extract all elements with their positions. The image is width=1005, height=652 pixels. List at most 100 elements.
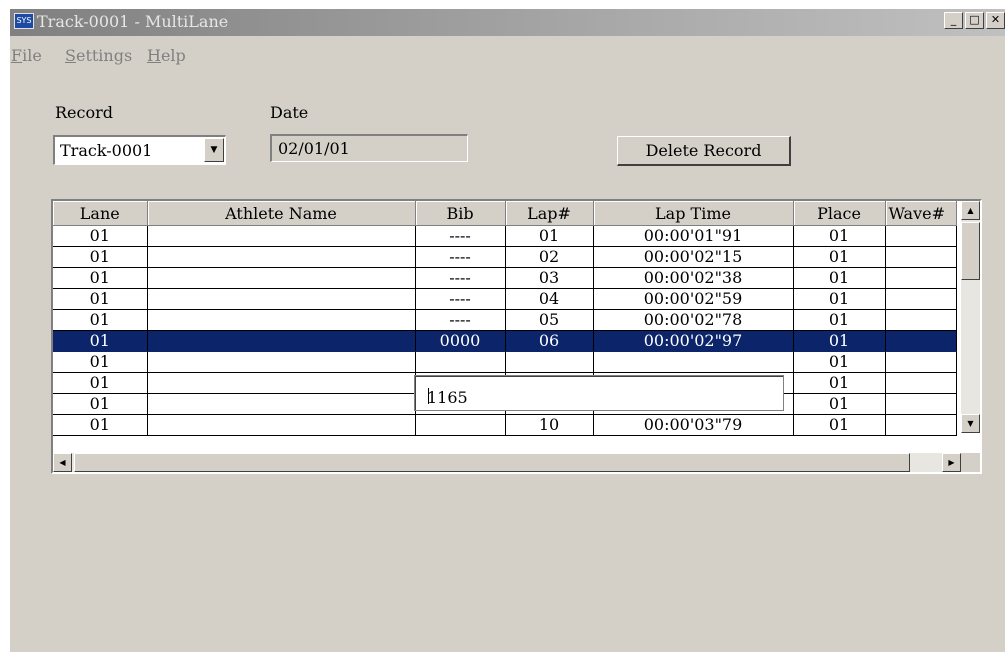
column-header-athlete-name[interactable]: Athlete Name: [147, 201, 416, 226]
cell-athlete-name[interactable]: [147, 351, 416, 373]
cell-lap[interactable]: 10: [505, 414, 594, 436]
cell-wave[interactable]: [885, 393, 957, 415]
horizontal-scrollbar[interactable]: ◀ ▶: [53, 453, 961, 472]
cell-lap[interactable]: 02: [505, 246, 594, 268]
cell-athlete-name[interactable]: [147, 309, 416, 331]
cell-wave[interactable]: [885, 267, 957, 289]
column-header-bib[interactable]: Bib: [415, 201, 506, 226]
bib-edit-input[interactable]: 1165: [414, 375, 784, 411]
vertical-scrollbar[interactable]: ▲ ▼: [961, 201, 980, 433]
scroll-left-icon[interactable]: ◀: [53, 453, 72, 472]
cell-lane[interactable]: 01: [53, 267, 148, 289]
cell-bib[interactable]: ----: [415, 225, 506, 247]
table-row[interactable]: 01 ---- 01 00:00'01"91 01: [53, 225, 957, 247]
menu-help[interactable]: Help: [147, 46, 186, 65]
cell-lap-time[interactable]: 00:00'02"38: [593, 267, 794, 289]
column-header-place[interactable]: Place: [793, 201, 886, 226]
cell-wave[interactable]: [885, 414, 957, 436]
cell-lane[interactable]: 01: [53, 393, 148, 415]
minimize-button[interactable]: _: [944, 12, 963, 29]
cell-athlete-name[interactable]: [147, 267, 416, 289]
column-header-wave[interactable]: Wave#: [885, 201, 957, 226]
cell-place[interactable]: 01: [793, 351, 886, 373]
cell-place[interactable]: 01: [793, 288, 886, 310]
cell-lap-time[interactable]: 00:00'02"97: [593, 330, 794, 352]
cell-place[interactable]: 01: [793, 414, 886, 436]
cell-lap-time[interactable]: [593, 351, 794, 373]
scroll-right-icon[interactable]: ▶: [942, 453, 961, 472]
cell-lap[interactable]: 01: [505, 225, 594, 247]
cell-lap-time[interactable]: 00:00'02"59: [593, 288, 794, 310]
cell-place[interactable]: 01: [793, 372, 886, 394]
table-row[interactable]: 01 ---- 05 00:00'02"78 01: [53, 309, 957, 331]
cell-athlete-name[interactable]: [147, 225, 416, 247]
cell-lane[interactable]: 01: [53, 372, 148, 394]
cell-lap-time[interactable]: 00:00'03"79: [593, 414, 794, 436]
lap-grid[interactable]: Lane Athlete Name Bib Lap# Lap Time Plac…: [51, 199, 982, 474]
table-row[interactable]: 01 ---- 02 00:00'02"15 01: [53, 246, 957, 268]
cell-lap-time[interactable]: 00:00'02"78: [593, 309, 794, 331]
menu-settings[interactable]: Settings: [65, 46, 132, 65]
delete-record-button[interactable]: Delete Record: [617, 136, 791, 166]
cell-lap[interactable]: 06: [505, 330, 594, 352]
cell-lane[interactable]: 01: [53, 309, 148, 331]
cell-athlete-name[interactable]: [147, 393, 416, 415]
cell-athlete-name[interactable]: [147, 414, 416, 436]
cell-bib[interactable]: ----: [415, 246, 506, 268]
cell-place[interactable]: 01: [793, 330, 886, 352]
close-button[interactable]: ✕: [986, 12, 1005, 29]
vertical-scroll-thumb[interactable]: [961, 222, 980, 280]
cell-wave[interactable]: [885, 225, 957, 247]
title-bar[interactable]: SYS Track-0001 - MultiLane _ □ ✕: [10, 9, 1005, 36]
cell-lap[interactable]: [505, 351, 594, 373]
cell-place[interactable]: 01: [793, 309, 886, 331]
cell-lane[interactable]: 01: [53, 225, 148, 247]
cell-bib[interactable]: ----: [415, 288, 506, 310]
table-row[interactable]: 01 0000 06 00:00'02"97 01: [53, 330, 957, 352]
horizontal-scroll-thumb[interactable]: [74, 453, 910, 472]
table-row[interactable]: 01 01: [53, 351, 957, 373]
table-row[interactable]: 01 10 00:00'03"79 01: [53, 414, 957, 436]
cell-wave[interactable]: [885, 372, 957, 394]
cell-wave[interactable]: [885, 246, 957, 268]
cell-athlete-name[interactable]: [147, 330, 416, 352]
cell-lap[interactable]: 04: [505, 288, 594, 310]
cell-wave[interactable]: [885, 351, 957, 373]
app-icon[interactable]: SYS: [14, 13, 34, 29]
column-header-lap[interactable]: Lap#: [505, 201, 594, 226]
cell-lane[interactable]: 01: [53, 288, 148, 310]
scroll-up-icon[interactable]: ▲: [961, 201, 980, 220]
maximize-button[interactable]: □: [965, 12, 984, 29]
cell-lane[interactable]: 01: [53, 414, 148, 436]
cell-place[interactable]: 01: [793, 225, 886, 247]
cell-bib[interactable]: [415, 351, 506, 373]
cell-lap[interactable]: 05: [505, 309, 594, 331]
table-row[interactable]: 01 ---- 04 00:00'02"59 01: [53, 288, 957, 310]
cell-place[interactable]: 01: [793, 393, 886, 415]
cell-place[interactable]: 01: [793, 246, 886, 268]
cell-lane[interactable]: 01: [53, 246, 148, 268]
record-select[interactable]: Track-0001 ▼: [53, 135, 226, 165]
cell-lane[interactable]: 01: [53, 351, 148, 373]
menu-file[interactable]: File: [11, 46, 42, 65]
column-header-lap-time[interactable]: Lap Time: [593, 201, 794, 226]
cell-bib[interactable]: 0000: [415, 330, 506, 352]
cell-wave[interactable]: [885, 330, 957, 352]
cell-bib[interactable]: ----: [415, 267, 506, 289]
cell-wave[interactable]: [885, 288, 957, 310]
cell-bib[interactable]: [415, 414, 506, 436]
cell-athlete-name[interactable]: [147, 246, 416, 268]
cell-lap-time[interactable]: 00:00'02"15: [593, 246, 794, 268]
chevron-down-icon[interactable]: ▼: [204, 138, 224, 162]
cell-lap[interactable]: 03: [505, 267, 594, 289]
cell-athlete-name[interactable]: [147, 372, 416, 394]
cell-athlete-name[interactable]: [147, 288, 416, 310]
cell-place[interactable]: 01: [793, 267, 886, 289]
cell-bib[interactable]: ----: [415, 309, 506, 331]
scroll-down-icon[interactable]: ▼: [961, 414, 980, 433]
table-row[interactable]: 01 ---- 03 00:00'02"38 01: [53, 267, 957, 289]
cell-lane[interactable]: 01: [53, 330, 148, 352]
column-header-lane[interactable]: Lane: [53, 201, 148, 226]
cell-lap-time[interactable]: 00:00'01"91: [593, 225, 794, 247]
cell-wave[interactable]: [885, 309, 957, 331]
